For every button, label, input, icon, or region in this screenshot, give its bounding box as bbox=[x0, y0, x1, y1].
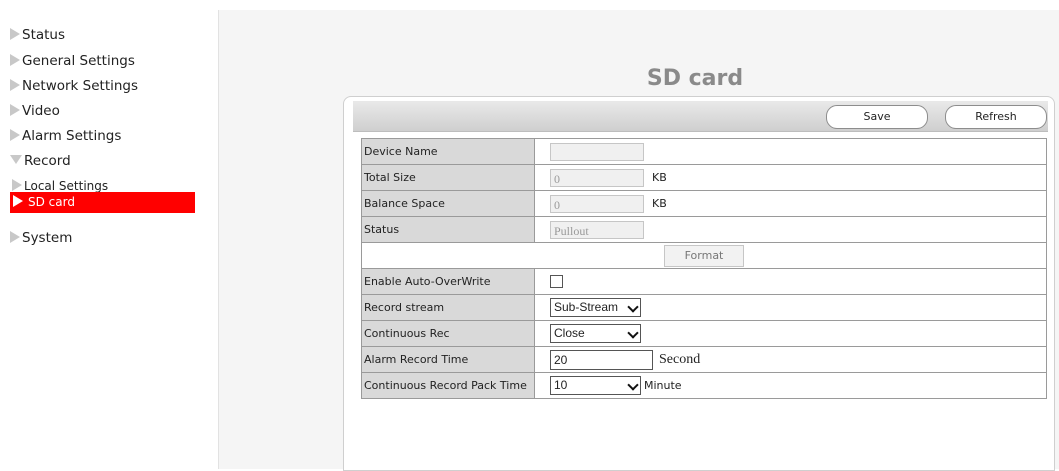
pack-time-unit: Minute bbox=[644, 379, 682, 392]
pack-time-label: Continuous Record Pack Time bbox=[361, 372, 535, 399]
refresh-button[interactable]: Refresh bbox=[945, 105, 1047, 129]
sidebar-item-status[interactable]: Status bbox=[10, 24, 65, 46]
auto-overwrite-label: Enable Auto-OverWrite bbox=[361, 268, 535, 295]
sidebar-item-label: Video bbox=[22, 103, 60, 119]
table-row: Record stream Sub-Stream bbox=[361, 294, 1047, 321]
sidebar-item-sd-card[interactable]: SD card bbox=[10, 192, 195, 213]
alarm-record-time-unit: Second bbox=[659, 351, 701, 367]
sidebar-item-label: Record bbox=[24, 153, 71, 169]
sidebar-item-alarm-settings[interactable]: Alarm Settings bbox=[10, 125, 121, 147]
total-size-field: 0 bbox=[550, 168, 644, 187]
sidebar-item-label: Network Settings bbox=[22, 78, 139, 94]
chevron-down-icon bbox=[627, 379, 639, 391]
page-title: SD card bbox=[646, 66, 744, 91]
expand-arrow-icon bbox=[13, 195, 23, 207]
record-stream-value: Sub-Stream bbox=[554, 300, 619, 314]
table-row: Status Pullout bbox=[361, 216, 1047, 243]
pack-time-value: 10 bbox=[554, 378, 568, 392]
table-row: Format bbox=[361, 242, 1047, 269]
toolbar: Save Refresh bbox=[353, 101, 1048, 132]
status-label: Status bbox=[361, 216, 535, 243]
top-strip bbox=[0, 0, 1059, 10]
continuous-rec-value: Close bbox=[554, 326, 585, 340]
continuous-rec-label: Continuous Rec bbox=[361, 320, 535, 347]
chevron-down-icon bbox=[627, 327, 639, 339]
sidebar-item-label: SD card bbox=[28, 195, 75, 209]
expand-arrow-icon bbox=[10, 104, 20, 116]
chevron-down-icon bbox=[627, 301, 639, 313]
expand-arrow-icon bbox=[10, 28, 20, 40]
expand-arrow-icon bbox=[10, 129, 20, 141]
sidebar-item-label: General Settings bbox=[22, 53, 135, 69]
alarm-record-time-label: Alarm Record Time bbox=[361, 346, 535, 373]
sidebar-item-label: Status bbox=[22, 27, 66, 43]
device-name-field bbox=[550, 142, 644, 161]
balance-space-label: Balance Space bbox=[361, 190, 535, 217]
total-size-unit: KB bbox=[652, 171, 667, 184]
balance-space-field: 0 bbox=[550, 194, 644, 213]
auto-overwrite-checkbox[interactable] bbox=[550, 275, 563, 289]
sidebar-item-label: Alarm Settings bbox=[22, 128, 122, 144]
status-field: Pullout bbox=[550, 220, 644, 239]
total-size-label: Total Size bbox=[361, 164, 535, 191]
table-row: Continuous Rec Close bbox=[361, 320, 1047, 347]
expand-arrow-icon bbox=[10, 231, 20, 243]
sidebar-item-record[interactable]: Record bbox=[10, 150, 71, 172]
table-row: Continuous Record Pack Time 10 Minute bbox=[361, 372, 1047, 399]
sidebar-item-label: Local Settings bbox=[24, 179, 109, 193]
sd-card-form: Device Name Total Size 0 KB Balance Space… bbox=[361, 138, 1047, 399]
sidebar-item-general-settings[interactable]: General Settings bbox=[10, 50, 135, 72]
table-row: Balance Space 0 KB bbox=[361, 190, 1047, 217]
table-row: Total Size 0 KB bbox=[361, 164, 1047, 191]
sidebar-item-video[interactable]: Video bbox=[10, 100, 60, 122]
sidebar-item-system[interactable]: System bbox=[10, 227, 72, 249]
continuous-rec-select[interactable]: Close bbox=[550, 324, 641, 343]
sidebar-item-label: System bbox=[22, 230, 73, 246]
device-name-label: Device Name bbox=[361, 138, 535, 165]
expand-arrow-icon bbox=[10, 79, 20, 91]
table-row: Alarm Record Time 20 Second bbox=[361, 346, 1047, 373]
record-stream-label: Record stream bbox=[361, 294, 535, 321]
format-button[interactable]: Format bbox=[664, 244, 744, 267]
expand-arrow-icon bbox=[10, 54, 20, 66]
pack-time-select[interactable]: 10 bbox=[550, 376, 641, 395]
record-stream-select[interactable]: Sub-Stream bbox=[550, 298, 641, 317]
balance-space-unit: KB bbox=[652, 197, 667, 210]
table-row: Enable Auto-OverWrite bbox=[361, 268, 1047, 295]
alarm-record-time-input[interactable]: 20 bbox=[550, 349, 653, 370]
sidebar-item-network-settings[interactable]: Network Settings bbox=[10, 75, 138, 97]
expand-arrow-icon bbox=[12, 179, 22, 191]
save-button[interactable]: Save bbox=[826, 105, 928, 129]
collapse-arrow-icon bbox=[10, 155, 22, 164]
table-row: Device Name bbox=[361, 138, 1047, 165]
